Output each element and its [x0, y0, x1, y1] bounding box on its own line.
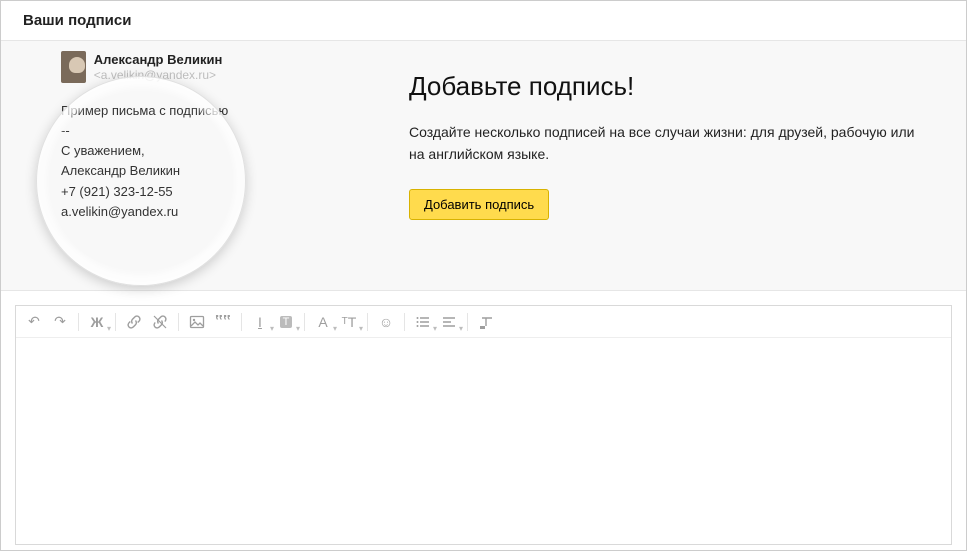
- example-sender-name: Александр Великин: [94, 52, 223, 67]
- add-signature-button[interactable]: Добавить подпись: [409, 189, 549, 220]
- link-icon[interactable]: [122, 310, 146, 334]
- list-icon[interactable]: ▾: [411, 310, 435, 334]
- toolbar-separator: [367, 313, 368, 331]
- bold-icon[interactable]: Ж▾: [85, 310, 109, 334]
- toolbar-separator: [404, 313, 405, 331]
- promo-title: Добавьте подпись!: [409, 71, 929, 102]
- avatar: [61, 51, 86, 83]
- signature-editor: ↶ ↷ Ж▾ ‟‟ I▾ T▾ A▾ TT▾ ☺: [15, 305, 952, 545]
- font-size-icon[interactable]: TT▾: [337, 310, 361, 334]
- redo-icon[interactable]: ↷: [48, 310, 72, 334]
- emoji-icon[interactable]: ☺: [374, 310, 398, 334]
- example-mail: a.velikin@yandex.ru: [61, 202, 291, 222]
- signature-textarea[interactable]: [16, 338, 951, 544]
- text-color-icon[interactable]: I▾: [248, 310, 272, 334]
- example-header: Александр Великин <a.velikin@yandex.ru>: [61, 51, 291, 83]
- signature-promo-panel: Александр Великин <a.velikin@yandex.ru> …: [1, 41, 966, 291]
- example-subject: Пример письма с подписью: [61, 101, 291, 121]
- toolbar-separator: [241, 313, 242, 331]
- toolbar-separator: [78, 313, 79, 331]
- bg-color-icon[interactable]: T▾: [274, 310, 298, 334]
- example-greeting: С уважением,: [61, 141, 291, 161]
- clear-format-icon[interactable]: [474, 310, 498, 334]
- unlink-icon[interactable]: [148, 310, 172, 334]
- promo-description: Создайте несколько подписей на все случа…: [409, 122, 929, 165]
- example-separator: --: [61, 121, 291, 141]
- example-phone: +7 (921) 323-12-55: [61, 182, 291, 202]
- example-sender-email: <a.velikin@yandex.ru>: [94, 68, 216, 82]
- quote-icon[interactable]: ‟‟: [211, 310, 235, 334]
- signature-example: Александр Великин <a.velikin@yandex.ru> …: [61, 51, 291, 222]
- toolbar-separator: [178, 313, 179, 331]
- toolbar-separator: [115, 313, 116, 331]
- editor-toolbar: ↶ ↷ Ж▾ ‟‟ I▾ T▾ A▾ TT▾ ☺: [16, 306, 951, 338]
- app-frame: Ваши подписи Александр Великин <a.veliki…: [0, 0, 967, 551]
- toolbar-separator: [467, 313, 468, 331]
- toolbar-separator: [304, 313, 305, 331]
- align-icon[interactable]: ▾: [437, 310, 461, 334]
- example-fullname: Александр Великин: [61, 161, 291, 181]
- page-title: Ваши подписи: [1, 1, 966, 41]
- promo-text-block: Добавьте подпись! Создайте несколько под…: [409, 71, 929, 220]
- undo-icon[interactable]: ↶: [22, 310, 46, 334]
- example-body: Пример письма с подписью -- С уважением,…: [61, 101, 291, 222]
- image-icon[interactable]: [185, 310, 209, 334]
- font-family-icon[interactable]: A▾: [311, 310, 335, 334]
